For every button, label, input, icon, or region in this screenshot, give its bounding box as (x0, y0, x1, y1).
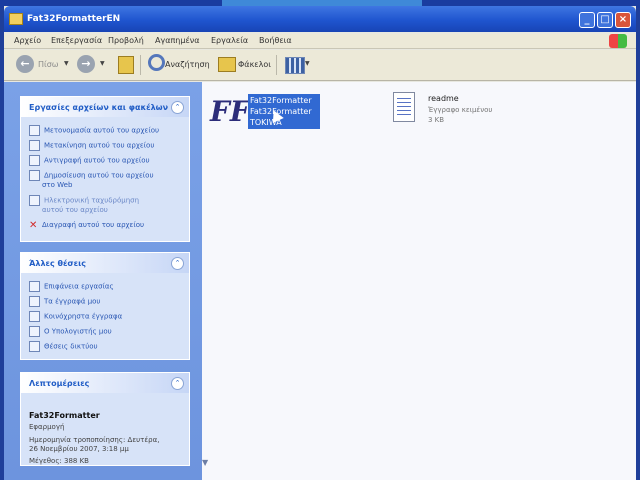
file-size: 3 KB (428, 116, 445, 124)
other-places-header[interactable]: Άλλες θέσεις ⌃ (21, 253, 189, 273)
document-line (397, 98, 411, 99)
close-button[interactable]: × (615, 12, 631, 28)
menu-help[interactable]: Βοήθεια (259, 36, 292, 45)
forward-dropdown-icon[interactable]: ▼ (100, 60, 105, 67)
menu-view[interactable]: Προβολή (108, 36, 144, 45)
text-document-icon (393, 92, 415, 122)
collapse-chevron-icon[interactable]: ⌃ (171, 257, 184, 270)
task-email-line2[interactable]: αυτού του αρχείου (42, 205, 108, 215)
file-company-line: TOKIWA (250, 118, 282, 127)
file-description-line: Fat32Formatter (250, 107, 312, 116)
delete-x-icon: ✕ (29, 219, 38, 231)
folders-icon[interactable] (218, 57, 236, 72)
menu-file[interactable]: Αρχείο (14, 36, 41, 45)
rename-icon (29, 125, 40, 136)
file-type: Έγγραφο κειμένου (428, 106, 493, 114)
window-title: Fat32FormatterEN (27, 14, 121, 24)
task-copy[interactable]: Αντιγραφή αυτού του αρχείου (29, 155, 150, 166)
collapse-chevron-icon[interactable]: ⌃ (171, 377, 184, 390)
details-modified-date: 26 Νοεμβρίου 2007, 3:18 μμ (29, 445, 129, 453)
title-bar[interactable]: Fat32FormatterEN _ □ × (4, 6, 636, 32)
file-name-line: Fat32Formatter (250, 96, 312, 105)
document-line (397, 110, 411, 111)
place-my-computer[interactable]: Ο Υπολογιστής μου (29, 326, 112, 337)
toolbar: ← Πίσω ▼ → ▼ Αναζήτηση Φάκελοι ▼ (4, 50, 636, 81)
windows-logo-icon (609, 34, 627, 48)
globe-icon (29, 170, 40, 181)
file-tasks-header[interactable]: Εργασίες αρχείων και φακέλων ⌃ (21, 97, 189, 117)
back-button-label[interactable]: Πίσω (38, 60, 59, 69)
menu-bar: Αρχείο Επεξεργασία Προβολή Αγαπημένα Εργ… (4, 34, 636, 49)
other-places-panel: Άλλες θέσεις ⌃ Επιφάνεια εργασίας Τα έγγ… (20, 252, 190, 360)
file-name-selected[interactable]: Fat32Formatter Fat32Formatter TOKIWA (248, 94, 320, 129)
fat32formatter-app-icon: FF (210, 95, 252, 135)
place-desktop[interactable]: Επιφάνεια εργασίας (29, 281, 114, 292)
views-dropdown-icon[interactable]: ▼ (305, 60, 310, 67)
file-tasks-title: Εργασίες αρχείων και φακέλων (29, 103, 169, 112)
task-publish-line2[interactable]: στο Web (42, 180, 72, 190)
copy-icon (29, 155, 40, 166)
details-file-type: Εφαρμογή (29, 423, 65, 431)
task-delete[interactable]: ✕ Διαγραφή αυτού του αρχείου (29, 220, 144, 230)
folder-up-icon[interactable] (118, 56, 134, 74)
collapse-chevron-icon[interactable]: ⌃ (171, 101, 184, 114)
maximize-button[interactable]: □ (597, 12, 613, 28)
explorer-window: Fat32FormatterEN _ □ × Αρχείο Επεξεργασί… (4, 6, 636, 480)
file-tasks-panel: Εργασίες αρχείων και φακέλων ⌃ Μετονομασ… (20, 96, 190, 242)
back-dropdown-icon[interactable]: ▼ (64, 60, 69, 67)
place-my-documents[interactable]: Τα έγγραφά μου (29, 296, 101, 307)
other-places-title: Άλλες θέσεις (29, 259, 86, 268)
place-shared-documents[interactable]: Κοινόχρηστα έγγραφα (29, 311, 122, 322)
folder-icon (9, 13, 23, 25)
back-arrow-icon[interactable]: ← (16, 55, 34, 73)
file-name[interactable]: readme (428, 94, 459, 103)
task-rename[interactable]: Μετονομασία αυτού του αρχείου (29, 125, 159, 136)
desktop-icon (29, 281, 40, 292)
email-icon (29, 195, 40, 206)
menu-favorites[interactable]: Αγαπημένα (155, 36, 200, 45)
search-icon[interactable] (148, 54, 165, 71)
views-icon[interactable] (285, 57, 305, 74)
folder-icon (29, 296, 40, 307)
search-button-label[interactable]: Αναζήτηση (165, 60, 210, 69)
document-line (397, 114, 411, 115)
document-line (397, 102, 411, 103)
menu-edit[interactable]: Επεξεργασία (51, 36, 102, 45)
scroll-down-icon[interactable]: ▼ (202, 458, 208, 467)
details-modified: Ημερομηνία τροποποίησης: Δευτέρα, (29, 436, 160, 444)
forward-arrow-icon[interactable]: → (77, 55, 95, 73)
toolbar-separator (140, 55, 141, 75)
details-header[interactable]: Λεπτομέρειες ⌃ (21, 373, 189, 393)
document-line (397, 106, 411, 107)
folders-button-label[interactable]: Φάκελοι (238, 60, 271, 69)
menu-tools[interactable]: Εργαλεία (211, 36, 248, 45)
details-file-name: Fat32Formatter (29, 411, 100, 420)
toolbar-separator (276, 55, 277, 75)
file-list-area[interactable]: FF Fat32Formatter Fat32Formatter TOKIWA … (202, 82, 636, 480)
details-title: Λεπτομέρειες (29, 379, 90, 388)
details-panel: Λεπτομέρειες ⌃ Fat32Formatter Εφαρμογή Η… (20, 372, 190, 466)
network-icon (29, 341, 40, 352)
details-size: Μέγεθος: 388 KB (29, 457, 89, 465)
app-logo-letters: FF (210, 95, 250, 128)
task-pane: Εργασίες αρχείων και φακέλων ⌃ Μετονομασ… (4, 82, 202, 480)
computer-icon (29, 326, 40, 337)
folder-icon (29, 311, 40, 322)
task-move[interactable]: Μετακίνηση αυτού του αρχείου (29, 140, 154, 151)
minimize-button[interactable]: _ (579, 12, 595, 28)
place-network[interactable]: Θέσεις δικτύου (29, 341, 98, 352)
move-icon (29, 140, 40, 151)
